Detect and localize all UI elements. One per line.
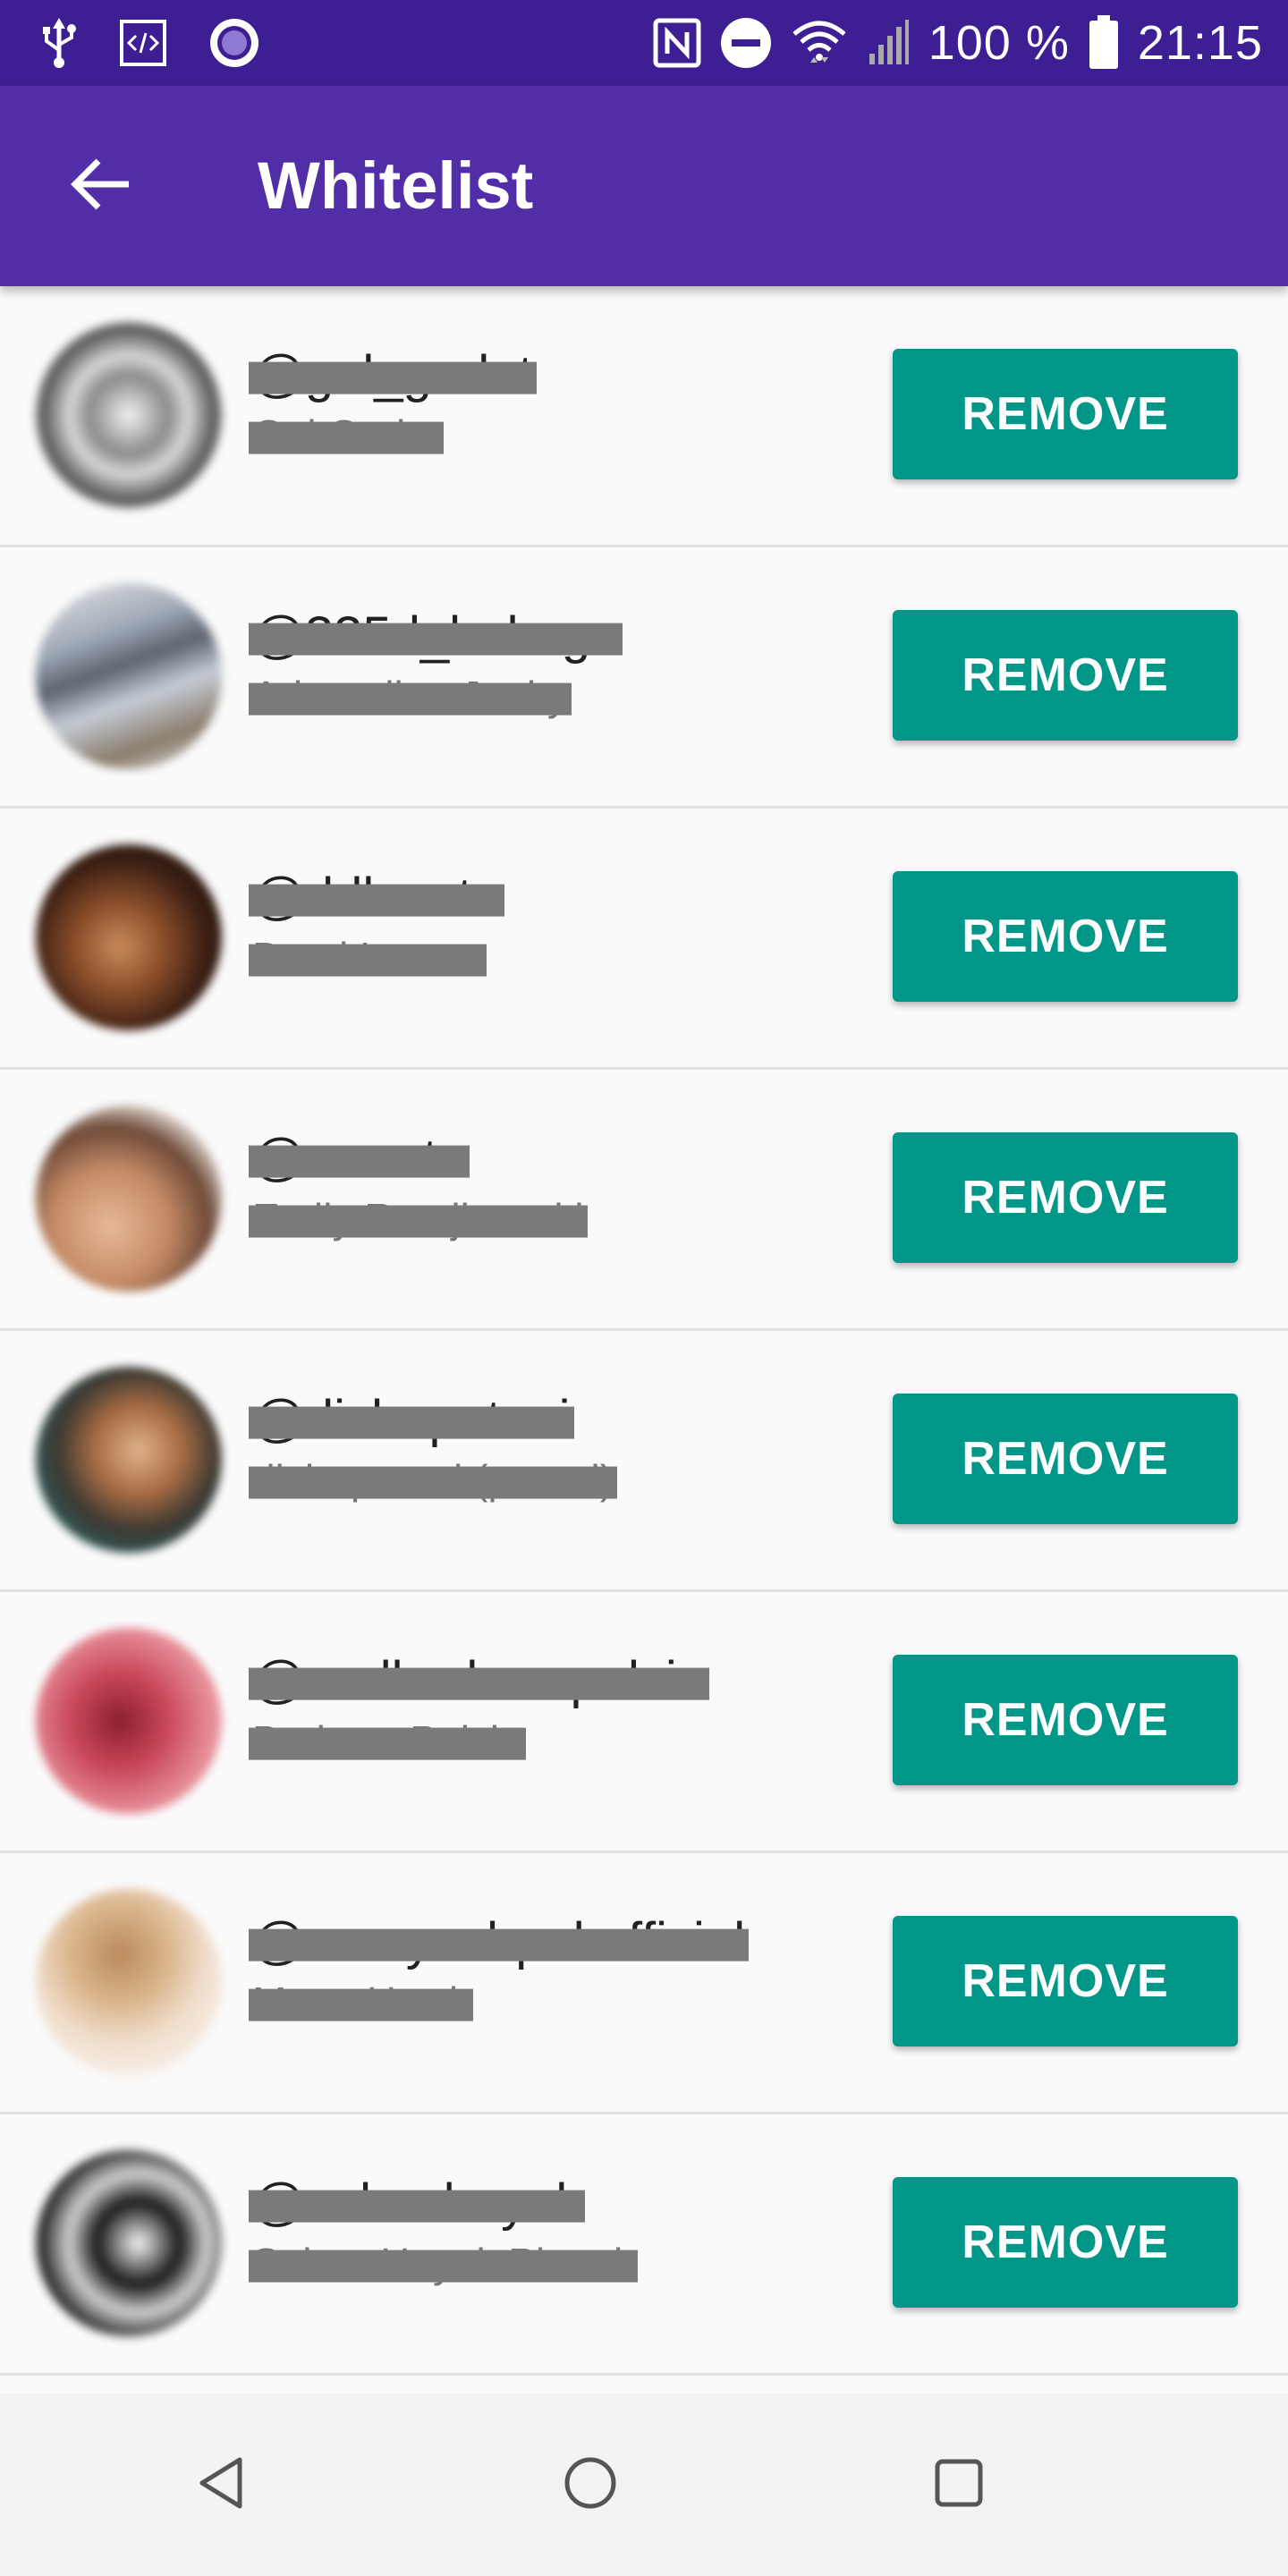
redaction-bar (249, 1988, 473, 2021)
redaction-bar (249, 2250, 638, 2283)
avatar (36, 844, 222, 1030)
arrow-back-icon (68, 152, 132, 221)
user-info: @ddlovato Demi Lovato (249, 866, 860, 984)
user-info: @emrata Emily Ratajkowski (249, 1127, 860, 1245)
avatar (36, 1889, 222, 2075)
list-item: @gal_gadot Gal Gadot REMOVE (0, 286, 1288, 547)
full-name: Salma Hayek Pinault (249, 2236, 638, 2290)
list-item: @emrata Emily Ratajkowski REMOVE (0, 1070, 1288, 1331)
list-item: @335d_bokoge Adrenaline Junky REMOVE (0, 547, 1288, 809)
nfc-icon (653, 18, 701, 68)
remove-button[interactable]: REMOVE (893, 1916, 1238, 2046)
full-name: dishapatani (paatni) (249, 1453, 618, 1506)
user-info: @maeyachpakofficial Maea Hwak (249, 1911, 860, 2029)
avatar (36, 1628, 222, 1814)
username: @gal_gadot (249, 343, 537, 406)
remove-button[interactable]: REMOVE (893, 1132, 1238, 1263)
avatar (36, 1367, 222, 1553)
redaction-bar (249, 1727, 526, 1760)
wifi-icon (791, 18, 848, 68)
username: @ddlovato (249, 866, 505, 928)
full-name: Gal Gadot (249, 408, 444, 462)
redaction-bar (249, 1928, 750, 1962)
nav-home-button[interactable] (546, 2440, 635, 2529)
list-item: @maeyachpakofficial Maea Hwak REMOVE (0, 1853, 1288, 2114)
redaction-bar (249, 421, 444, 454)
home-circle-icon (562, 2454, 619, 2516)
redaction-bar (249, 623, 623, 656)
avatar (36, 2150, 222, 2336)
dnd-icon (719, 16, 773, 70)
user-info: @realbarbarapalvin Barbara Palvin (249, 1649, 860, 1767)
full-name: Maea Hwak (249, 1975, 473, 2029)
user-info: @gal_gadot Gal Gadot (249, 343, 860, 462)
user-info: @dishapatani dishapatani (paatni) (249, 1388, 860, 1506)
avatar (36, 583, 222, 769)
redaction-bar (249, 2190, 586, 2223)
back-triangle-icon (193, 2454, 250, 2516)
code-icon (118, 18, 168, 68)
remove-button[interactable]: REMOVE (893, 610, 1238, 741)
record-icon (208, 16, 261, 70)
username: @maeyachpakofficial (249, 1911, 750, 1973)
list-item: @dishapatani dishapatani (paatni) REMOVE (0, 1331, 1288, 1592)
username: @emrata (249, 1127, 470, 1190)
redaction-bar (249, 1406, 574, 1439)
redaction-bar (249, 1205, 588, 1238)
status-right-icons: 100 % 21:15 (653, 0, 1263, 86)
username: @salmahayek (249, 2172, 586, 2234)
full-name: Demi Lovato (249, 930, 487, 984)
system-nav-bar (0, 2394, 1288, 2576)
status-bar: 100 % 21:15 (0, 0, 1288, 86)
username: @dishapatani (249, 1388, 574, 1451)
back-button[interactable] (50, 136, 150, 236)
user-info: @335d_bokoge Adrenaline Junky (249, 605, 860, 723)
redaction-bar (249, 1145, 470, 1178)
redaction-bar (249, 682, 572, 716)
app-bar: Whitelist (0, 86, 1288, 286)
nav-back-button[interactable] (177, 2440, 267, 2529)
list-item: @salmahayek Salma Hayek Pinault REMOVE (0, 2114, 1288, 2376)
full-name: Emily Ratajkowski (249, 1191, 588, 1245)
usb-icon (39, 18, 79, 68)
battery-percent: 100 % (928, 16, 1070, 70)
clock: 21:15 (1137, 16, 1263, 70)
remove-button[interactable]: REMOVE (893, 871, 1238, 1002)
recents-square-icon (930, 2454, 987, 2516)
redaction-bar (249, 1667, 710, 1700)
redaction-bar (249, 884, 505, 917)
list-item: @ddlovato Demi Lovato REMOVE (0, 809, 1288, 1070)
user-info: @salmahayek Salma Hayek Pinault (249, 2172, 860, 2290)
list-item: @realbarbarapalvin Barbara Palvin REMOVE (0, 1592, 1288, 1853)
redaction-bar (249, 1466, 618, 1499)
remove-button[interactable]: REMOVE (893, 1394, 1238, 1524)
avatar (36, 1106, 222, 1292)
whitelist-list: @gal_gadot Gal Gadot REMOVE @335d_bokoge… (0, 286, 1288, 2394)
remove-button[interactable]: REMOVE (893, 2177, 1238, 2308)
redaction-bar (249, 361, 537, 394)
page-title: Whitelist (258, 148, 534, 223)
remove-button[interactable]: REMOVE (893, 1655, 1238, 1785)
battery-icon (1088, 15, 1120, 71)
username: @335d_bokoge (249, 605, 623, 667)
status-left-icons (39, 0, 261, 86)
avatar (36, 322, 222, 508)
full-name: Barbara Palvin (249, 1714, 526, 1767)
signal-icon (866, 18, 911, 68)
full-name: Adrenaline Junky (249, 669, 572, 723)
username: @realbarbarapalvin (249, 1649, 710, 1712)
remove-button[interactable]: REMOVE (893, 349, 1238, 479)
nav-recents-button[interactable] (914, 2440, 1004, 2529)
redaction-bar (249, 944, 487, 977)
